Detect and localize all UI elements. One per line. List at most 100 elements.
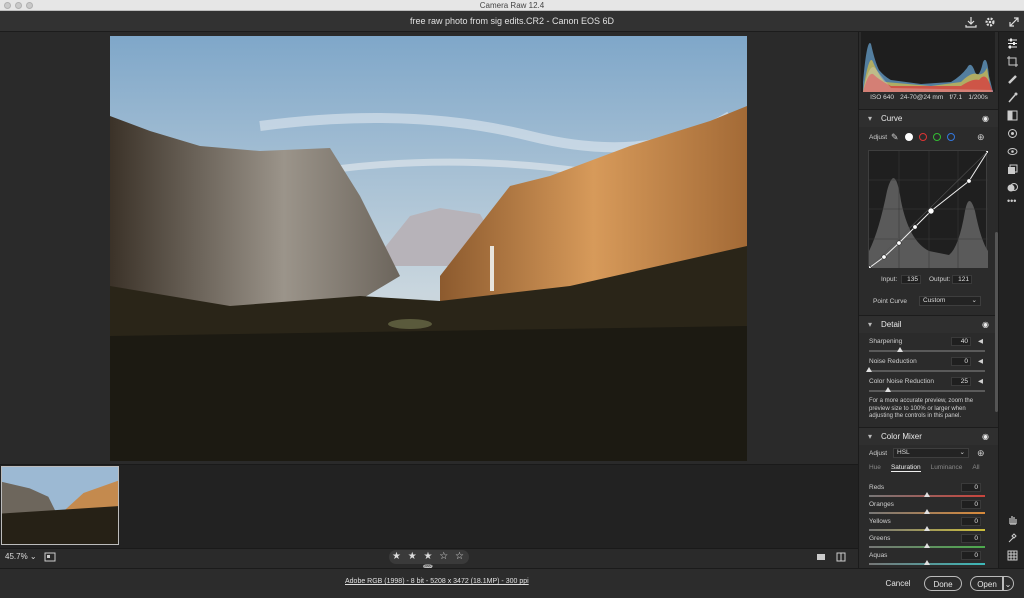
point-curve-label: Point Curve xyxy=(873,298,907,305)
color-mixer-tab-saturation[interactable]: Saturation xyxy=(890,464,921,472)
curve-green-channel[interactable] xyxy=(933,133,941,141)
edit-sliders-icon[interactable] xyxy=(1007,38,1018,49)
color-noise-slider-thumb[interactable] xyxy=(885,387,892,392)
zoom-level-dropdown[interactable]: 45.7% ⌄ xyxy=(5,552,37,561)
gear-icon[interactable] xyxy=(984,15,996,27)
visibility-eye-icon[interactable]: ◉ xyxy=(982,316,989,334)
curve-red-channel[interactable] xyxy=(919,133,927,141)
curve-rgb-channel[interactable] xyxy=(905,133,913,141)
yellows-saturation-slider-thumb[interactable] xyxy=(924,526,930,531)
reds-saturation-label: Reds xyxy=(869,484,885,491)
tool-strip: ••• xyxy=(998,32,1024,568)
cancel-button[interactable]: Cancel xyxy=(880,576,916,591)
document-bar: free raw photo from sig edits.CR2 - Cano… xyxy=(0,11,1024,32)
color-mixer-adjust-dropdown[interactable]: HSL ⌄ xyxy=(893,448,969,458)
targeted-adjustment-icon[interactable]: ⊕ xyxy=(977,448,985,459)
color-mixer-section-header[interactable]: Color Mixer ◉ xyxy=(859,427,998,446)
hand-icon[interactable] xyxy=(1007,514,1018,525)
aquas-saturation-label: Aquas xyxy=(869,552,888,559)
visibility-eye-icon[interactable]: ◉ xyxy=(982,428,989,446)
detail-section-header[interactable]: Detail ◉ xyxy=(859,315,998,334)
aquas-saturation-slider-thumb[interactable] xyxy=(924,560,930,565)
oranges-saturation-slider-thumb[interactable] xyxy=(924,509,930,514)
zoom-window-button[interactable] xyxy=(26,2,33,9)
aquas-saturation-field[interactable]: 0 xyxy=(961,551,981,560)
color-sampler-icon[interactable] xyxy=(1007,532,1018,543)
color-noise-field[interactable]: 25 xyxy=(951,377,971,386)
workflow-options-link[interactable]: Adobe RGB (1998) - 8 bit - 5208 x 3472 (… xyxy=(345,578,529,585)
greens-saturation-label: Greens xyxy=(869,535,891,542)
oranges-saturation-label: Oranges xyxy=(869,501,894,508)
yellows-saturation-label: Yellows xyxy=(869,518,891,525)
curve-blue-channel[interactable] xyxy=(947,133,955,141)
noise-slider-thumb[interactable] xyxy=(866,367,872,372)
yellows-saturation-field[interactable]: 0 xyxy=(961,517,981,526)
noise-reduction-field[interactable]: 0 xyxy=(951,357,971,366)
crop-icon[interactable] xyxy=(1007,56,1018,67)
color-noise-slider[interactable] xyxy=(869,387,985,392)
color-noise-options-icon[interactable]: ◀ xyxy=(978,377,983,385)
more-icon[interactable]: ••• xyxy=(1007,197,1018,209)
star-rating[interactable]: ★ ★ ★ ☆ ☆ 🗑 xyxy=(389,550,469,576)
aquas-saturation-slider[interactable] xyxy=(869,560,985,565)
single-view-icon[interactable] xyxy=(816,552,826,562)
detail-note: For a more accurate preview, zoom the pr… xyxy=(869,398,974,419)
oranges-saturation-slider[interactable] xyxy=(869,509,985,514)
noise-options-icon[interactable]: ◀ xyxy=(978,357,983,365)
red-eye-icon[interactable] xyxy=(1007,146,1018,157)
close-window-button[interactable] xyxy=(4,2,11,9)
targeted-adjustment-icon[interactable]: ⊕ xyxy=(977,132,985,143)
curve-section-header[interactable]: Curve ◉ xyxy=(859,109,998,128)
sharpening-slider[interactable] xyxy=(869,347,985,352)
graduated-filter-icon[interactable] xyxy=(1007,110,1018,121)
before-after-icon[interactable] xyxy=(44,552,56,562)
filmstrip xyxy=(0,464,858,548)
reds-saturation-slider-thumb[interactable] xyxy=(924,492,930,497)
reds-saturation-field[interactable]: 0 xyxy=(961,483,981,492)
curve-input-field[interactable]: 135 xyxy=(901,275,921,284)
greens-saturation-field[interactable]: 0 xyxy=(961,534,981,543)
filmstrip-thumbnail[interactable] xyxy=(1,466,119,545)
sharpening-slider-thumb[interactable] xyxy=(896,347,903,352)
window-titlebar: Camera Raw 12.4 xyxy=(0,0,1024,11)
radial-filter-icon[interactable] xyxy=(1007,128,1018,139)
save-icon[interactable] xyxy=(965,15,977,28)
reds-saturation-slider[interactable] xyxy=(869,492,985,497)
greens-saturation-slider-thumb[interactable] xyxy=(924,543,930,548)
adjustment-brush-icon[interactable] xyxy=(1007,92,1018,103)
point-curve-dropdown[interactable]: Custom ⌄ xyxy=(919,296,981,306)
grid-icon[interactable] xyxy=(1007,550,1018,561)
exif-info: ISO 640 24-70@24 mm f/7.1 1/200s xyxy=(870,94,988,101)
split-view-icon[interactable] xyxy=(836,552,846,562)
window-title: Camera Raw 12.4 xyxy=(479,1,545,10)
curve-adjust-label: Adjust xyxy=(869,134,888,141)
greens-saturation-slider[interactable] xyxy=(869,543,985,548)
color-mixer-tabs: Hue Saturation Luminance All xyxy=(869,464,980,472)
minimize-window-button[interactable] xyxy=(15,2,22,9)
sharpening-field[interactable]: 40 xyxy=(951,337,971,346)
sharpening-options-icon[interactable]: ◀ xyxy=(978,337,983,345)
sharpening-label: Sharpening xyxy=(869,338,903,345)
color-mixer-tab-all[interactable]: All xyxy=(972,464,979,472)
color-noise-label: Color Noise Reduction xyxy=(869,378,935,385)
done-button[interactable]: Done xyxy=(924,576,962,591)
curve-output-label: Output: xyxy=(929,276,951,283)
curve-editor[interactable] xyxy=(866,148,991,271)
visibility-eye-icon[interactable]: ◉ xyxy=(982,110,989,128)
histogram xyxy=(861,32,995,92)
yellows-saturation-slider[interactable] xyxy=(869,526,985,531)
snapshots-icon[interactable] xyxy=(1007,164,1018,175)
open-button[interactable]: Open xyxy=(970,576,1004,591)
spot-removal-icon[interactable] xyxy=(1007,74,1018,85)
noise-reduction-label: Noise Reduction xyxy=(869,358,917,365)
noise-reduction-slider[interactable] xyxy=(866,367,985,372)
presets-icon[interactable] xyxy=(1007,182,1018,193)
color-mixer-tab-luminance[interactable]: Luminance xyxy=(931,464,963,472)
document-title: free raw photo from sig edits.CR2 - Cano… xyxy=(409,16,615,26)
curve-output-field[interactable]: 121 xyxy=(952,275,972,284)
color-mixer-tab-hue[interactable]: Hue xyxy=(869,464,881,472)
photo-preview[interactable] xyxy=(110,36,747,461)
pencil-icon[interactable]: ✎ xyxy=(891,132,899,143)
fullscreen-icon[interactable] xyxy=(1008,15,1020,27)
oranges-saturation-field[interactable]: 0 xyxy=(961,500,981,509)
